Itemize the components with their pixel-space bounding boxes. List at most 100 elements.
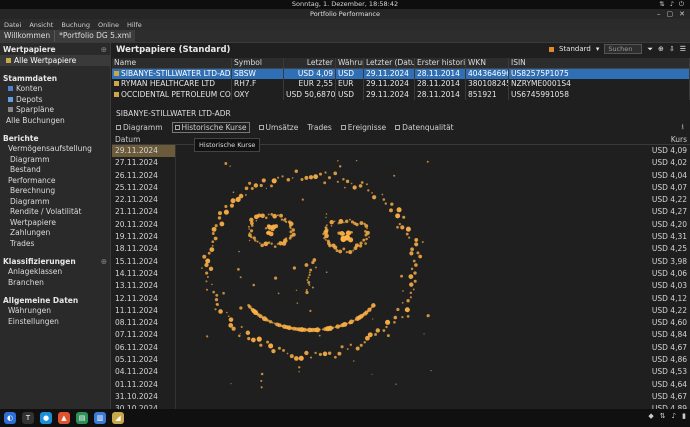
sidebar-item-trades[interactable]: Trades [0, 238, 110, 249]
price-row[interactable]: 12.11.2024 USD 4,12 [112, 292, 690, 305]
launcher-icon[interactable]: ◐ [4, 412, 16, 424]
sidebar-item-rendite-volatilitaet[interactable]: Rendite / Volatilität [0, 207, 110, 218]
tab-willkommen[interactable]: Willkommen [0, 30, 55, 42]
tab-trades[interactable]: Trades [307, 123, 331, 132]
notification-icon[interactable]: ◆ [648, 412, 653, 420]
clock[interactable]: Sonntag, 1. Dezember, 18:58:42 [292, 0, 398, 8]
maximize-icon[interactable]: ▢ [667, 9, 674, 19]
column-header[interactable]: Letzter [284, 58, 336, 68]
sidebar-item-waehrungen[interactable]: Währungen [0, 306, 110, 317]
add-security-icon[interactable]: ⊕ [658, 45, 664, 53]
document-icon[interactable]: ▥ [94, 412, 106, 424]
column-header[interactable]: Erster historischer Kurs [415, 58, 466, 68]
sidebar-item-diagramm-performance[interactable]: Diagramm [0, 196, 110, 207]
price-row[interactable]: 14.11.2024 USD 4,06 [112, 267, 690, 281]
sidebar-item-branchen[interactable]: Branchen [0, 277, 110, 288]
price-row[interactable]: 20.11.2024 USD 4,20 [112, 218, 690, 232]
price-row[interactable]: 15.11.2024 USD 3,98 [112, 255, 690, 268]
price-row[interactable]: 27.11.2024 USD 4,02 [112, 157, 690, 170]
price-row[interactable]: 26.11.2024 USD 4,04 [112, 169, 690, 182]
sidebar-item-depots[interactable]: Depots [0, 94, 110, 105]
portfolio-performance-icon[interactable]: ◢ [112, 412, 124, 424]
tab-historische-kurse[interactable]: Historische Kurse [171, 121, 250, 133]
sidebar-item-bestand[interactable]: Bestand [0, 165, 110, 176]
sidebar-item-vermoegensaufstellung[interactable]: Vermögensaufstellung [0, 144, 110, 155]
pin-icon[interactable]: ⭳ [681, 121, 684, 134]
sidebar-item-wertpapiere-report[interactable]: Wertpapiere [0, 217, 110, 228]
column-header[interactable]: WKN [466, 58, 509, 68]
add-icon[interactable]: ⊕ [101, 257, 107, 266]
sidebar-item-sparplaene[interactable]: Sparpläne [0, 105, 110, 116]
price-date: 06.11.2024 [112, 341, 176, 355]
menu-datei[interactable]: Datei [4, 21, 21, 29]
browser-icon[interactable]: ● [40, 412, 52, 424]
price-row[interactable]: 07.11.2024 USD 4,84 [112, 329, 690, 342]
column-header[interactable]: Symbol [232, 58, 284, 68]
tab-ereignisse[interactable]: Ereignisse [340, 123, 386, 132]
network-icon[interactable]: ⇅ [660, 412, 666, 420]
menu-bar: Datei Ansicht Buchung Online Hilfe [0, 19, 690, 30]
sidebar-item-einstellungen[interactable]: Einstellungen [0, 316, 110, 327]
table-row[interactable]: OCCIDENTAL PETROLEUM CORP OXY USD 50,687… [112, 89, 690, 100]
price-row[interactable]: 05.11.2024 USD 4,86 [112, 354, 690, 367]
minimize-icon[interactable]: – [657, 9, 661, 19]
menu-icon[interactable]: ☰ [680, 45, 686, 53]
view-select[interactable]: Standard [559, 45, 591, 53]
tab-diagramm[interactable]: Diagramm [116, 123, 163, 132]
price-value: USD 4,03 [651, 281, 687, 291]
files-icon[interactable]: ▤ [76, 412, 88, 424]
price-row[interactable]: 21.11.2024 USD 4,27 [112, 206, 690, 219]
column-header[interactable]: Währung [336, 58, 364, 68]
price-row[interactable]: 13.11.2024 USD 4,03 [112, 280, 690, 293]
column-header[interactable]: Letzter (Datum) [364, 58, 415, 68]
menu-hilfe[interactable]: Hilfe [127, 21, 142, 29]
column-header[interactable]: ISIN [509, 58, 690, 68]
sidebar-item-zahlungen[interactable]: Zahlungen [0, 228, 110, 239]
price-row[interactable]: 08.11.2024 USD 4,60 [112, 317, 690, 330]
sound-icon[interactable]: ♪ [672, 412, 676, 420]
price-row[interactable]: 18.11.2024 USD 4,25 [112, 243, 690, 256]
cell: US6745991058 [509, 89, 690, 100]
sidebar-item-diagramm[interactable]: Diagramm [0, 154, 110, 165]
tab-umsaetze[interactable]: Umsätze [258, 123, 298, 132]
cell: 28.11.2014 [415, 68, 466, 79]
search-input[interactable]: Suchen [604, 44, 643, 54]
price-row[interactable]: 01.11.2024 USD 4,64 [112, 378, 690, 391]
price-row[interactable]: 19.11.2024 USD 4,31 [112, 231, 690, 244]
column-header[interactable]: Name [112, 58, 232, 68]
add-icon[interactable]: ⊕ [101, 45, 107, 54]
sidebar-item-alle-buchungen[interactable]: Alle Buchungen [0, 115, 110, 126]
table-row[interactable]: SIBANYE-STILLWATER LTD-ADR SBSW USD 4,09… [112, 68, 690, 79]
tab-datenqualitaet[interactable]: Datenqualität [395, 123, 454, 132]
volume-icon[interactable]: ♪ [670, 0, 674, 9]
chevron-down-icon[interactable]: ▾ [596, 45, 600, 53]
menu-buchung[interactable]: Buchung [61, 21, 90, 29]
price-date: 31.10.2024 [112, 390, 176, 404]
sidebar-item-anlageklassen[interactable]: Anlageklassen [0, 267, 110, 278]
export-icon[interactable]: ⇩ [669, 45, 675, 53]
sidebar-item-performance[interactable]: Performance [0, 175, 110, 186]
price-row[interactable]: 11.11.2024 USD 4,22 [112, 304, 690, 318]
cell: USD 4,09 [284, 68, 336, 79]
menu-online[interactable]: Online [98, 21, 119, 29]
tradingview-icon[interactable]: T [22, 412, 34, 424]
sidebar-item-alle-wertpapiere[interactable]: Alle Wertpapiere [0, 55, 110, 66]
price-row[interactable]: 22.11.2024 USD 4,22 [112, 194, 690, 207]
sidebar-item-konten[interactable]: Konten [0, 84, 110, 95]
menu-ansicht[interactable]: Ansicht [29, 21, 53, 29]
price-row[interactable]: 31.10.2024 USD 4,67 [112, 390, 690, 404]
price-row[interactable]: 06.11.2024 USD 4,67 [112, 341, 690, 355]
brave-icon[interactable]: ▲ [58, 412, 70, 424]
price-row[interactable]: 25.11.2024 USD 4,07 [112, 181, 690, 195]
price-row[interactable]: 04.11.2024 USD 4,53 [112, 366, 690, 379]
close-icon[interactable]: ✕ [679, 9, 685, 19]
power-icon[interactable]: ⏻ [679, 0, 684, 9]
column-header[interactable]: Datum [112, 135, 176, 144]
filter-icon[interactable]: ⏷ [647, 45, 653, 54]
table-row[interactable]: RYMAN HEALTHCARE LTD RH7.F EUR 2,55 EUR … [112, 79, 690, 90]
tab-portfolio-file[interactable]: *Portfolio DG 5.xml [54, 30, 136, 42]
network-icon[interactable]: ⇅ [659, 0, 664, 9]
sidebar-item-berechnung[interactable]: Berechnung [0, 186, 110, 197]
battery-icon[interactable]: ▮ [682, 412, 686, 420]
price-date: 08.11.2024 [112, 317, 176, 330]
